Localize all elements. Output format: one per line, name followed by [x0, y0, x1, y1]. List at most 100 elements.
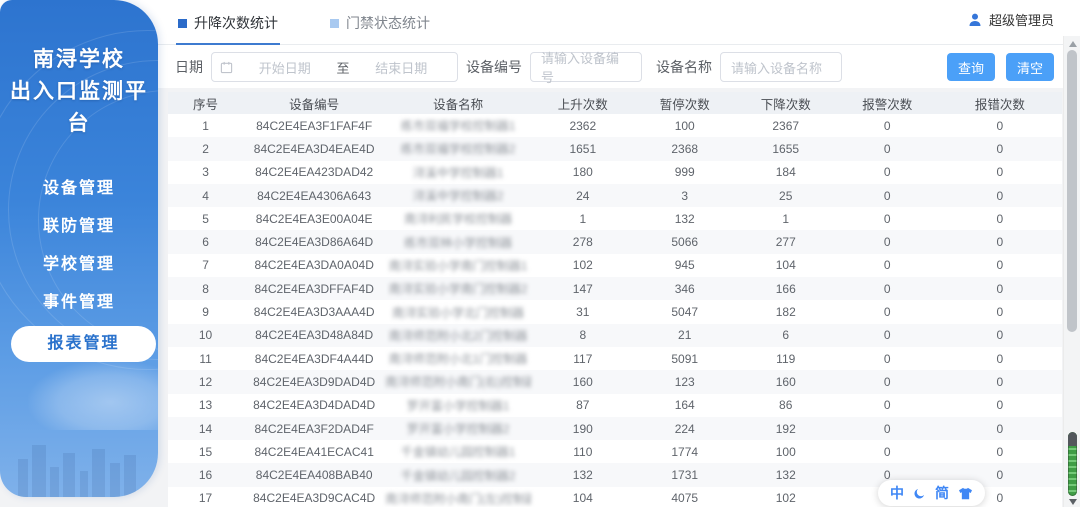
- cell-error-count: 0: [996, 188, 1004, 203]
- cell-pause-count: 999: [674, 165, 695, 180]
- device-name-label: 设备名称: [656, 59, 712, 75]
- cell-up-count: 31: [576, 305, 590, 320]
- tab-bullet-icon: [178, 18, 187, 28]
- clear-button[interactable]: 清空: [1005, 53, 1054, 81]
- cell-device-name: 南浔师范附小北1门控制器: [388, 352, 528, 367]
- cell-error-count: 0: [996, 305, 1004, 320]
- cell-index: 4: [202, 188, 209, 203]
- cell-up-count: 8: [579, 328, 587, 343]
- filter-bar: 日期 开始日期 至 结束日期 设备编号 请输入设备编号 设备名称 请输入设备名称…: [158, 46, 1080, 88]
- search-button[interactable]: 查询: [946, 53, 995, 81]
- tab-0[interactable]: 升降次数统计: [176, 13, 280, 45]
- chinese-lang-icon[interactable]: 中: [890, 486, 904, 500]
- cell-index: 7: [202, 258, 209, 273]
- cell-pause-count: 123: [674, 374, 695, 389]
- cell-device-no: 84C2E4EA3DFFAF4D: [254, 281, 374, 296]
- cell-up-count: 1: [579, 211, 587, 226]
- cell-device-no: 84C2E4EA3DF4A44D: [254, 351, 374, 366]
- column-header-5: 下降次数: [760, 97, 811, 112]
- sidebar-item-2[interactable]: 学校管理: [0, 250, 158, 280]
- cell-alarm-count: 0: [883, 141, 891, 156]
- device-name-input[interactable]: 请输入设备名称: [720, 52, 842, 82]
- table-row: 6 84C2E4EA3D86A64D 练市双林小学控制器 278 5066 277 0 0: [168, 230, 1062, 254]
- cell-alarm-count: 0: [883, 374, 891, 389]
- cell-error-count: 0: [996, 351, 1004, 366]
- cell-alarm-count: 0: [883, 305, 891, 320]
- cell-device-name: 南浔实验小学北门控制器: [392, 305, 525, 320]
- sidebar-item-4[interactable]: 报表管理: [11, 326, 156, 362]
- cell-device-name: 千金镇幼儿园控制器2: [400, 468, 516, 483]
- date-label: 日期: [175, 59, 203, 75]
- cell-alarm-count: 0: [883, 444, 891, 459]
- scroll-up-arrow-icon[interactable]: [1068, 41, 1077, 47]
- cell-error-count: 0: [996, 374, 1004, 389]
- user-info[interactable]: 超级管理员: [967, 10, 1054, 29]
- table-row: 11 84C2E4EA3DF4A44D 南浔师范附小北1门控制器 117 5091 119…: [168, 346, 1062, 371]
- device-no-input[interactable]: 请输入设备编号: [530, 51, 642, 85]
- scroll-progress-indicator: [1068, 432, 1077, 496]
- cell-up-count: 160: [572, 374, 593, 389]
- tab-bar: 升降次数统计 门禁状态统计: [158, 0, 1063, 45]
- cell-error-count: 0: [996, 211, 1004, 226]
- cell-pause-count: 5091: [671, 351, 699, 366]
- cell-device-no: 84C2E4EA3D9CAC4D: [253, 491, 376, 506]
- cell-alarm-count: 0: [883, 188, 891, 203]
- cell-index: 10: [198, 328, 213, 343]
- sidebar-item-3[interactable]: 事件管理: [0, 288, 158, 318]
- cell-error-count: 0: [996, 398, 1004, 413]
- table-row: 3 84C2E4EA423DAD42 浔溪中学控制器1 180 999 184 0 0: [168, 160, 1062, 184]
- tab-bullet-icon: [330, 18, 339, 28]
- cell-index: 3: [202, 165, 209, 180]
- cell-device-no: 84C2E4EA4306A643: [257, 188, 372, 203]
- cell-index: 5: [202, 211, 209, 226]
- table-row: 5 84C2E4EA3E00A04E 南浔利民学校控制器 1 132 1 0 0: [168, 207, 1062, 231]
- cell-device-name: 罗开富小学控制器1: [406, 398, 510, 413]
- cell-index: 9: [202, 305, 209, 320]
- sidebar-menu: 设备管理联防管理学校管理事件管理报表管理: [0, 174, 158, 362]
- cell-device-name: 南浔师范附小南门(左)控制器2: [385, 491, 531, 506]
- scroll-down-arrow-icon[interactable]: [1068, 499, 1077, 505]
- cell-down-count: 277: [775, 235, 796, 250]
- cloud-illustration: [28, 360, 158, 430]
- shirt-icon[interactable]: [958, 487, 973, 500]
- cell-down-count: 182: [775, 305, 796, 320]
- cell-down-count: 1655: [772, 141, 800, 156]
- scrollbar-thumb[interactable]: [1067, 50, 1077, 332]
- cell-index: 17: [198, 491, 213, 506]
- cell-alarm-count: 0: [883, 118, 891, 133]
- cell-down-count: 86: [779, 398, 793, 413]
- cell-alarm-count: 0: [883, 281, 891, 296]
- vertical-scrollbar[interactable]: [1063, 36, 1080, 507]
- table-row: 10 84C2E4EA3D48A84D 南浔师范附小北2门控制器 8 21 6 0 0: [168, 323, 1062, 347]
- cell-alarm-count: 0: [883, 258, 891, 273]
- cell-pause-count: 4075: [671, 491, 699, 506]
- cell-pause-count: 100: [674, 118, 695, 133]
- end-date-placeholder[interactable]: 结束日期: [354, 58, 450, 77]
- moon-icon[interactable]: [913, 487, 926, 500]
- sidebar-item-0[interactable]: 设备管理: [0, 174, 158, 204]
- start-date-placeholder[interactable]: 开始日期: [237, 58, 333, 77]
- cell-up-count: 24: [576, 188, 590, 203]
- cell-up-count: 87: [576, 398, 590, 413]
- cell-down-count: 6: [782, 328, 790, 343]
- simplified-chinese-icon[interactable]: 简: [935, 486, 949, 500]
- cell-device-name: 浔溪中学控制器2: [412, 189, 504, 204]
- cell-alarm-count: 0: [883, 351, 891, 366]
- cell-down-count: 102: [775, 491, 796, 506]
- cell-down-count: 1: [782, 211, 790, 226]
- cell-down-count: 184: [775, 165, 796, 180]
- cell-pause-count: 1731: [671, 468, 699, 483]
- cell-down-count: 25: [779, 188, 793, 203]
- sidebar-item-1[interactable]: 联防管理: [0, 212, 158, 242]
- cell-device-no: 84C2E4EA3D48A84D: [255, 328, 374, 343]
- cell-error-count: 0: [996, 235, 1004, 250]
- cell-device-no: 84C2E4EA3D4EAE4D: [253, 141, 375, 156]
- range-separator: 至: [336, 60, 350, 76]
- tab-1[interactable]: 门禁状态统计: [328, 13, 432, 45]
- table-row: 2 84C2E4EA3D4EAE4D 练市双福学校控制器2 1651 2368 1655 0…: [168, 137, 1062, 161]
- cell-up-count: 147: [572, 281, 593, 296]
- date-range-picker[interactable]: 开始日期 至 结束日期: [211, 52, 458, 82]
- cell-device-no: 84C2E4EA3F1FAF4F: [256, 118, 373, 133]
- app-title-line2: 出入口监测平台: [10, 80, 148, 135]
- cell-up-count: 102: [572, 258, 593, 273]
